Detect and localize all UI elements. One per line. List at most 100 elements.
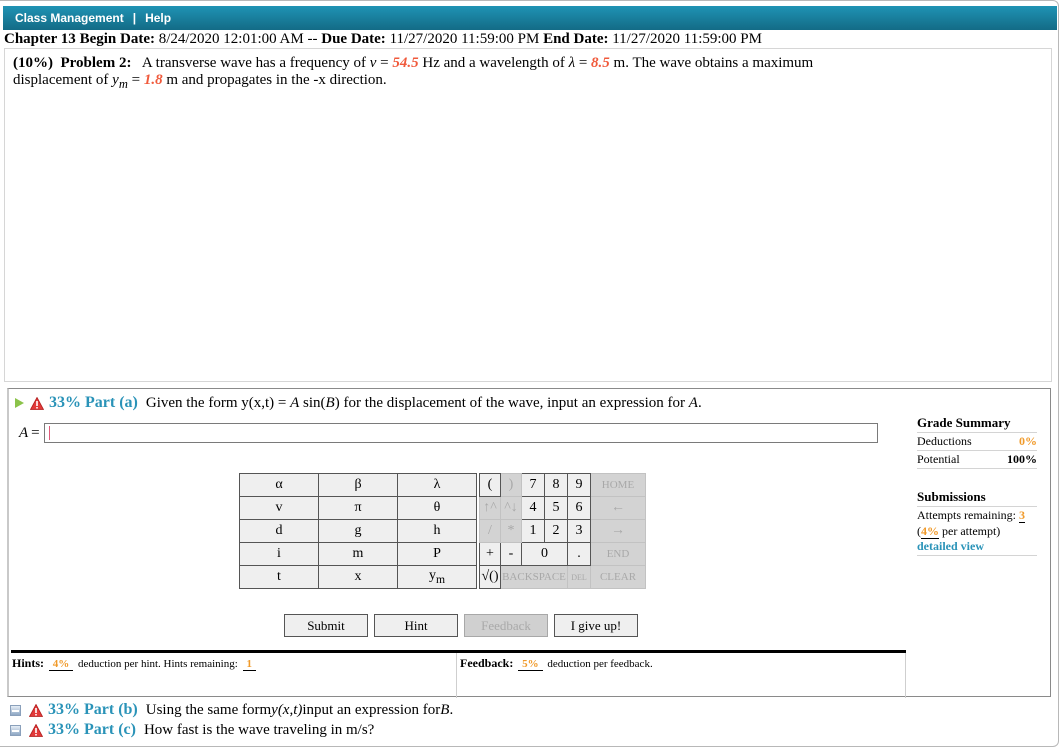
key-del[interactable]: DEL xyxy=(567,565,591,589)
question-text: . xyxy=(449,701,454,718)
key-x[interactable]: x xyxy=(318,565,398,589)
feedback-label: Feedback: xyxy=(460,656,514,670)
nav-help[interactable]: Help xyxy=(145,11,171,25)
grade-summary-title: Grade Summary xyxy=(917,415,1037,433)
key-i[interactable]: i xyxy=(239,542,319,566)
key-home[interactable]: HOME xyxy=(590,473,646,497)
key-decimal[interactable]: . xyxy=(567,542,591,566)
begin-date-value: 8/24/2020 12:01:00 AM xyxy=(158,31,304,47)
key-3[interactable]: 3 xyxy=(567,519,591,543)
question-text: . xyxy=(697,394,702,411)
key-superscript[interactable]: ↑^ xyxy=(479,496,501,520)
detailed-view-link[interactable]: detailed view xyxy=(917,539,1037,556)
key-pi[interactable]: π xyxy=(318,496,398,520)
answer-equals: = xyxy=(31,424,40,441)
potential-label: Potential xyxy=(917,452,960,466)
key-9[interactable]: 9 xyxy=(567,473,591,497)
key-h[interactable]: h xyxy=(397,519,477,543)
key-P[interactable]: P xyxy=(397,542,477,566)
question-var: B xyxy=(440,701,450,718)
attempts-label: Attempts remaining: xyxy=(917,508,1016,522)
hint-button[interactable]: Hint xyxy=(374,614,458,637)
key-multiply[interactable]: * xyxy=(500,519,522,543)
nav-separator: | xyxy=(132,11,137,25)
key-ym[interactable]: ym xyxy=(397,565,477,589)
key-8[interactable]: 8 xyxy=(544,473,568,497)
key-7[interactable]: 7 xyxy=(521,473,545,497)
question-text: input an expression for xyxy=(302,701,441,718)
key-beta[interactable]: β xyxy=(318,473,398,497)
key-nu[interactable]: v xyxy=(239,496,319,520)
problem-text: (10%) Problem 2: A transverse wave has a… xyxy=(13,55,893,93)
key-left-arrow[interactable]: ← xyxy=(590,496,646,520)
warning-icon xyxy=(28,703,44,717)
frequency-value: 54.5 xyxy=(392,55,419,71)
key-sqrt[interactable]: √() xyxy=(479,565,501,589)
hints-label: Hints: xyxy=(12,656,45,670)
key-d[interactable]: d xyxy=(239,519,319,543)
play-icon[interactable] xyxy=(15,398,24,408)
key-t[interactable]: t xyxy=(239,565,319,589)
key-right-arrow[interactable]: → xyxy=(590,519,646,543)
attempts-remaining: Attempts remaining: 3 xyxy=(917,507,1037,523)
key-open-paren[interactable]: ( xyxy=(479,473,501,497)
submissions-title: Submissions xyxy=(917,489,1037,507)
submit-button[interactable]: Submit xyxy=(284,614,368,637)
give-up-button[interactable]: I give up! xyxy=(554,614,638,637)
end-date-value: 11/27/2020 11:59:00 PM xyxy=(612,31,762,47)
chapter-label: Chapter 13 xyxy=(4,31,76,47)
per-attempt-value: 4% xyxy=(921,524,939,539)
key-minus[interactable]: - xyxy=(500,542,522,566)
key-plus[interactable]: + xyxy=(479,542,501,566)
key-close-paren[interactable]: ) xyxy=(500,473,522,497)
begin-date-label: Begin Date: xyxy=(79,31,155,47)
key-6[interactable]: 6 xyxy=(567,496,591,520)
key-m[interactable]: m xyxy=(318,542,398,566)
key-1[interactable]: 1 xyxy=(521,519,545,543)
potential-value: 100% xyxy=(1007,452,1037,466)
key-alpha[interactable]: α xyxy=(239,473,319,497)
var-A: A xyxy=(290,394,300,411)
equals: = xyxy=(376,55,393,71)
expand-icon[interactable] xyxy=(10,704,21,716)
key-4[interactable]: 4 xyxy=(521,496,545,520)
question-text: Using the same form xyxy=(145,701,272,718)
hint-deduction: 4% xyxy=(48,658,74,671)
key-theta[interactable]: θ xyxy=(397,496,477,520)
equals: = xyxy=(127,72,144,88)
key-divide[interactable]: / xyxy=(479,519,501,543)
grade-summary: Grade Summary Deductions 0% Potential 10… xyxy=(917,415,1037,556)
key-subscript[interactable]: ^↓ xyxy=(500,496,522,520)
problem-statement-box: (10%) Problem 2: A transverse wave has a… xyxy=(4,48,1052,382)
var-A: A xyxy=(688,394,698,411)
problem-text-part: Hz and a wavelength of xyxy=(418,55,569,71)
answer-label: A xyxy=(19,424,29,441)
key-0[interactable]: 0 xyxy=(521,542,568,566)
feedback-button[interactable]: Feedback xyxy=(464,614,548,637)
feedback-deduction: 5% xyxy=(518,658,543,671)
action-buttons: Submit Hint Feedback I give up! xyxy=(284,614,638,637)
nav-class-management[interactable]: Class Management xyxy=(15,11,124,25)
question-text: sin( xyxy=(299,394,326,411)
potential-row: Potential 100% xyxy=(917,451,1037,469)
question-text: ) for the displacement of the wave, inpu… xyxy=(334,394,689,411)
assignment-dates: Chapter 13 Begin Date: 8/24/2020 12:01:0… xyxy=(4,31,762,48)
key-g[interactable]: g xyxy=(318,519,398,543)
key-2[interactable]: 2 xyxy=(544,519,568,543)
key-lambda[interactable]: λ xyxy=(397,473,477,497)
key-clear[interactable]: CLEAR xyxy=(590,565,646,589)
part-b-row[interactable]: 33% Part (b) Using the same form y(x,t) … xyxy=(10,700,453,720)
dates-separator: -- xyxy=(307,31,318,47)
due-date-value: 11/27/2020 11:59:00 PM xyxy=(389,31,540,47)
key-5[interactable]: 5 xyxy=(544,496,568,520)
expand-icon[interactable] xyxy=(10,724,21,736)
key-backspace[interactable]: BACKSPACE xyxy=(500,565,568,589)
top-nav-bar: Class Management | Help xyxy=(3,6,1057,30)
per-attempt: (4% per attempt) xyxy=(917,523,1037,539)
due-date-label: Due Date: xyxy=(321,31,386,47)
part-c-row[interactable]: 33% Part (c) How fast is the wave travel… xyxy=(10,720,453,740)
deductions-label: Deductions xyxy=(917,434,972,448)
key-end[interactable]: END xyxy=(590,542,646,566)
part-a-panel: 33% Part (a) Given the form y(x,t) = A s… xyxy=(7,388,1051,698)
answer-input[interactable] xyxy=(43,423,878,443)
